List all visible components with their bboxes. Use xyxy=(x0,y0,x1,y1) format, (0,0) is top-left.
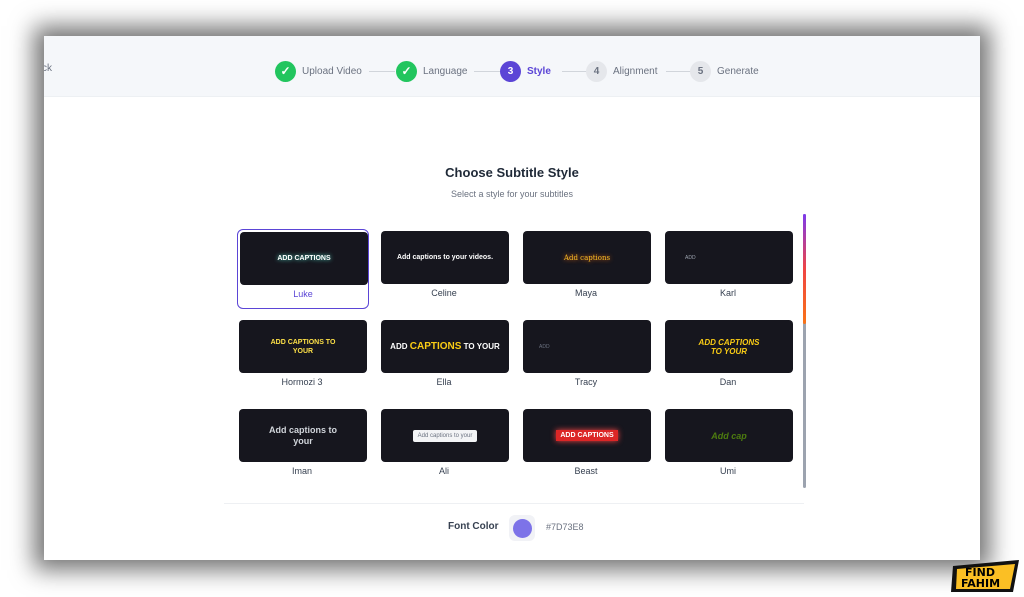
step-label: Style xyxy=(527,65,551,77)
style-preview: Add captions to your xyxy=(381,409,509,462)
style-name: Umi xyxy=(720,466,736,476)
style-card-hormozi-3[interactable]: ADD CAPTIONS TO YOUR Hormozi 3 xyxy=(237,318,367,396)
preview-text: ADD CAPTIONS TO YOUR xyxy=(390,341,500,352)
style-card-dan[interactable]: ADD CAPTIONS TO YOUR Dan xyxy=(663,318,793,396)
style-grid: ADD CAPTIONS Luke Add captions to your v… xyxy=(237,229,797,491)
font-color-value: #7D73E8 xyxy=(546,522,584,532)
step-generate[interactable]: 5 Generate xyxy=(690,60,759,82)
preview-text: ADD xyxy=(539,343,550,350)
preview-text: Add captions to your xyxy=(412,429,478,442)
step-label: Alignment xyxy=(613,65,658,77)
divider xyxy=(224,503,804,504)
style-card-ella[interactable]: ADD CAPTIONS TO YOUR Ella xyxy=(379,318,509,396)
style-name: Beast xyxy=(574,466,598,476)
page-title: Choose Subtitle Style xyxy=(445,165,579,180)
font-color-picker[interactable] xyxy=(509,515,535,541)
step-alignment[interactable]: 4 Alignment xyxy=(586,60,657,82)
preview-word-highlight: CAPTIONS xyxy=(409,341,462,352)
style-preview: ADD CAPTIONS xyxy=(240,232,368,285)
style-preview: Add captions to your xyxy=(239,409,367,462)
style-card-umi[interactable]: Add cap Umi xyxy=(663,407,793,485)
step-connector xyxy=(474,71,500,72)
stepper-bar: ck ✓ Upload Video ✓ Language 3 Style 4 A… xyxy=(44,36,980,97)
logo-line2: FAHIM xyxy=(961,577,1001,590)
style-card-karl[interactable]: ADD Karl xyxy=(663,229,793,307)
style-name: Iman xyxy=(291,466,312,476)
preview-text: Add captions to your videos. xyxy=(396,254,494,261)
step-number: 4 xyxy=(586,60,607,82)
style-name: Dan xyxy=(719,377,737,387)
step-number: 3 xyxy=(500,60,521,82)
check-icon: ✓ xyxy=(396,60,417,82)
style-card-ali[interactable]: Add captions to your Ali xyxy=(379,407,509,485)
style-preview: ADD xyxy=(523,320,651,373)
step-connector xyxy=(369,71,395,72)
color-swatch xyxy=(512,518,532,538)
font-color-label: Font Color xyxy=(448,521,499,532)
style-card-luke[interactable]: ADD CAPTIONS Luke xyxy=(237,229,369,309)
scrollbar-thumb[interactable] xyxy=(803,214,806,324)
step-upload-video[interactable]: ✓ Upload Video xyxy=(275,60,362,82)
style-card-maya[interactable]: Add captions Maya xyxy=(521,229,651,307)
app-window: ck ✓ Upload Video ✓ Language 3 Style 4 A… xyxy=(44,36,980,560)
style-name: Hormozi 3 xyxy=(281,377,323,387)
style-card-beast[interactable]: ADD CAPTIONS Beast xyxy=(521,407,651,485)
style-card-celine[interactable]: Add captions to your videos. Celine xyxy=(379,229,509,307)
style-name: Maya xyxy=(574,288,597,298)
back-link[interactable]: ck xyxy=(44,63,52,74)
preview-text: Add cap xyxy=(711,430,747,441)
style-preview: ADD xyxy=(665,231,793,284)
check-icon: ✓ xyxy=(275,60,296,82)
preview-text: ADD CAPTIONS TO YOUR xyxy=(698,337,760,356)
step-connector xyxy=(666,71,692,72)
step-language[interactable]: ✓ Language xyxy=(396,60,468,82)
step-label: Language xyxy=(423,65,468,77)
style-grid-scrollbar[interactable] xyxy=(803,214,806,488)
style-card-tracy[interactable]: ADD Tracy xyxy=(521,318,651,396)
step-style[interactable]: 3 Style xyxy=(500,60,551,82)
step-label: Generate xyxy=(717,65,759,77)
preview-word: ADD xyxy=(390,342,408,351)
style-preview: Add captions xyxy=(523,231,651,284)
preview-word: TO YOUR xyxy=(463,342,500,351)
watermark-logo: FIND FAHIM xyxy=(951,558,1021,594)
style-preview: ADD CAPTIONS TO YOUR xyxy=(665,320,793,373)
style-preview: ADD CAPTIONS TO YOUR xyxy=(381,320,509,373)
step-connector xyxy=(562,71,588,72)
page-subtitle: Select a style for your subtitles xyxy=(450,189,574,199)
style-preview: ADD CAPTIONS xyxy=(523,409,651,462)
style-preview: Add cap xyxy=(665,409,793,462)
style-preview: ADD CAPTIONS TO YOUR xyxy=(239,320,367,373)
style-preview: Add captions to your videos. xyxy=(381,231,509,284)
preview-text: ADD CAPTIONS xyxy=(277,255,331,262)
style-name: Karl xyxy=(719,288,736,298)
style-name: Luke xyxy=(293,289,313,299)
step-number: 5 xyxy=(690,60,711,82)
preview-text: ADD xyxy=(685,254,696,261)
style-name: Celine xyxy=(431,288,457,298)
style-name: Ella xyxy=(436,377,452,387)
preview-text: Add captions xyxy=(563,253,611,262)
step-label: Upload Video xyxy=(302,65,362,77)
style-card-iman[interactable]: Add captions to your Iman xyxy=(237,407,367,485)
style-name: Tracy xyxy=(574,377,598,387)
preview-text: Add captions to your xyxy=(269,424,337,446)
style-name: Ali xyxy=(438,466,449,476)
preview-text: ADD CAPTIONS xyxy=(556,430,618,441)
preview-text: ADD CAPTIONS TO YOUR xyxy=(270,338,336,355)
